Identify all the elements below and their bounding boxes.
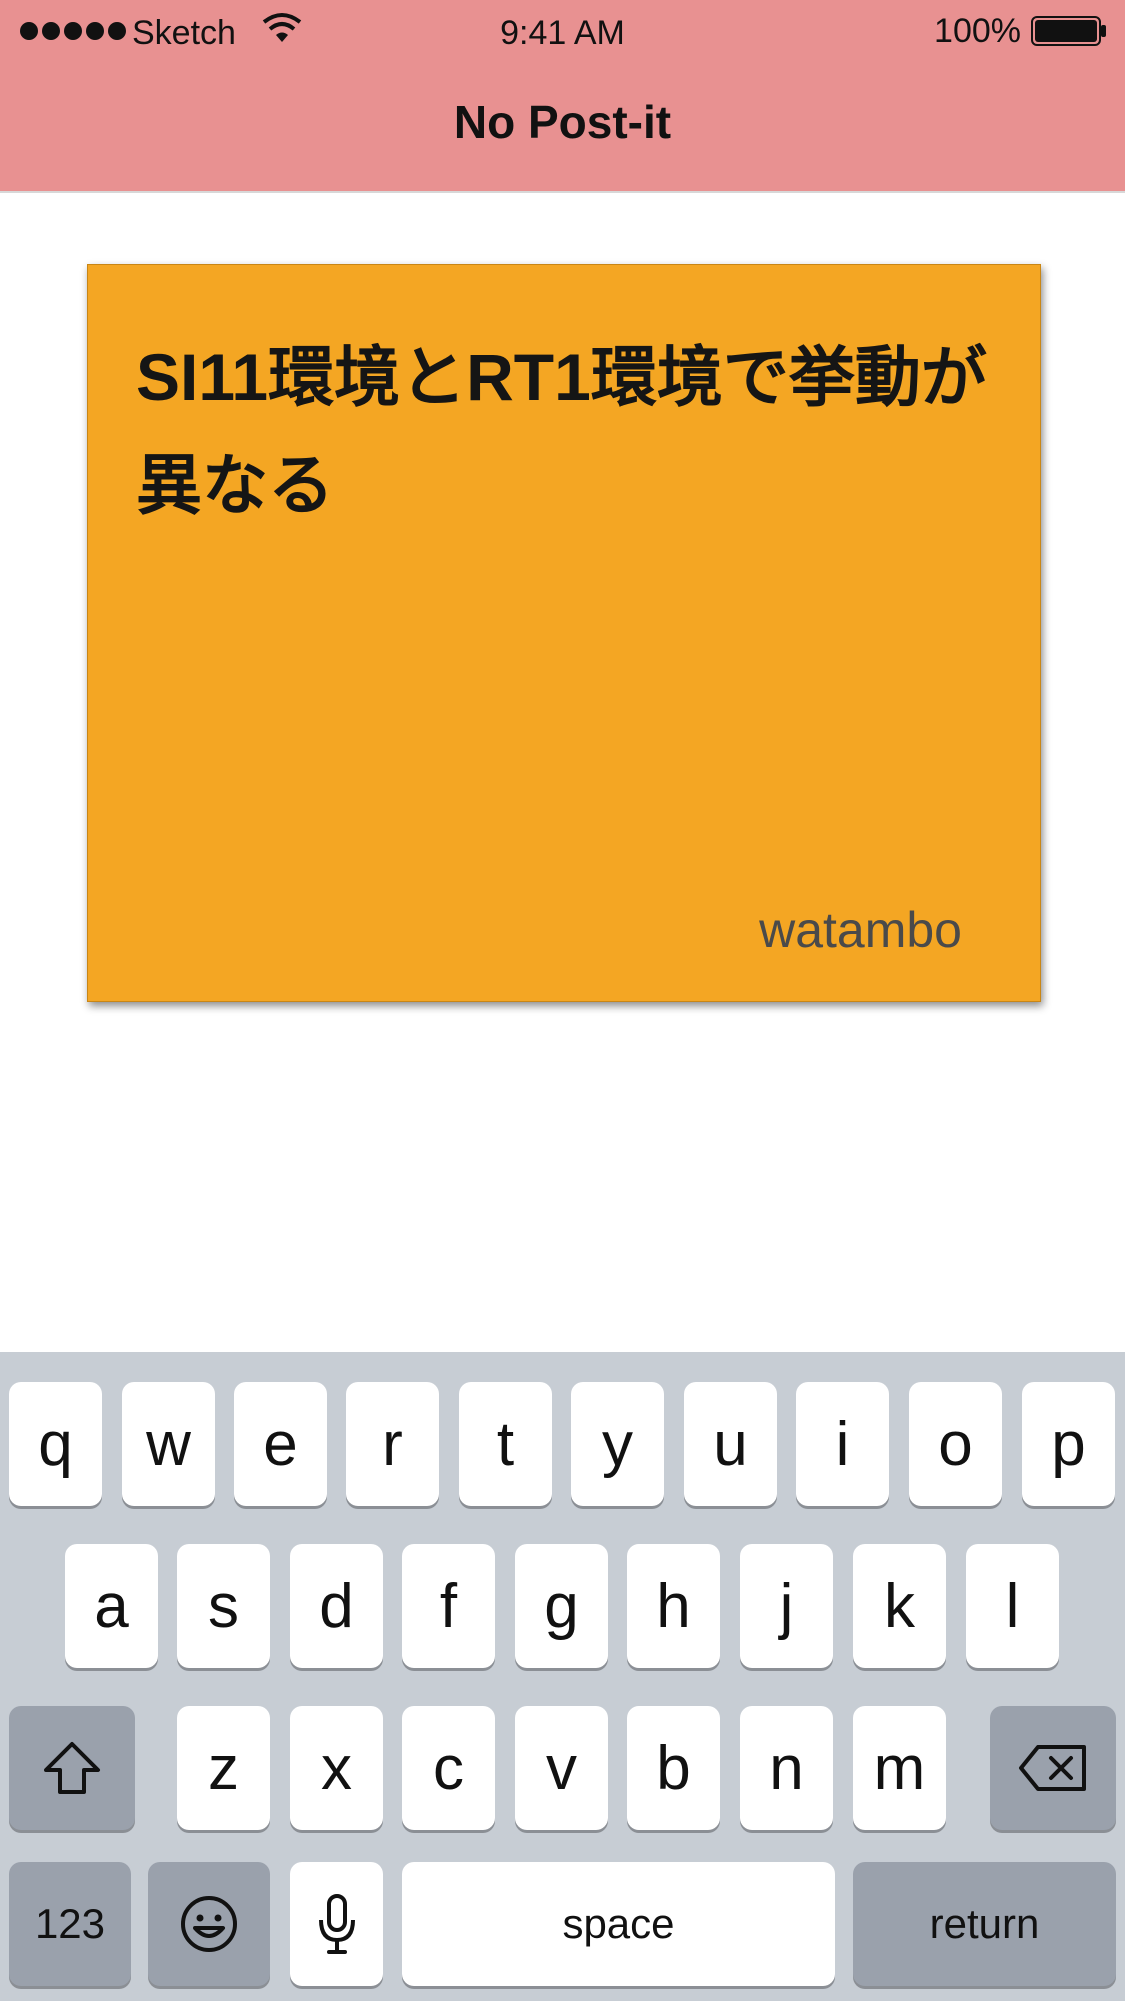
- key-l[interactable]: l: [966, 1544, 1059, 1668]
- key-j[interactable]: j: [740, 1544, 833, 1668]
- key-k[interactable]: k: [853, 1544, 946, 1668]
- key-z[interactable]: z: [177, 1706, 270, 1830]
- key-e[interactable]: e: [234, 1382, 327, 1506]
- key-a[interactable]: a: [65, 1544, 158, 1668]
- key-b[interactable]: b: [627, 1706, 720, 1830]
- delete-icon: [1019, 1745, 1086, 1791]
- key-t[interactable]: t: [459, 1382, 552, 1506]
- return-key[interactable]: return: [853, 1862, 1116, 1986]
- key-v[interactable]: v: [515, 1706, 608, 1830]
- key-w[interactable]: w: [122, 1382, 215, 1506]
- delete-key[interactable]: [990, 1706, 1116, 1830]
- postit-author: watambo: [759, 902, 962, 958]
- key-p[interactable]: p: [1022, 1382, 1115, 1506]
- shift-key[interactable]: [9, 1706, 135, 1830]
- microphone-icon: [318, 1894, 355, 1954]
- key-r[interactable]: r: [346, 1382, 439, 1506]
- shift-icon: [44, 1742, 100, 1794]
- key-x[interactable]: x: [290, 1706, 383, 1830]
- space-key[interactable]: space: [402, 1862, 835, 1986]
- key-u[interactable]: u: [684, 1382, 777, 1506]
- postit-text[interactable]: SI11環境とRT1環境で挙動が異なる: [136, 323, 996, 539]
- key-h[interactable]: h: [627, 1544, 720, 1668]
- emoji-key[interactable]: [148, 1862, 270, 1986]
- battery-full-icon: [1031, 16, 1106, 46]
- key-y[interactable]: y: [571, 1382, 664, 1506]
- status-bar: Sketch 9:41 AM 100%: [0, 0, 1125, 64]
- battery-percent: 100%: [934, 12, 1021, 50]
- key-o[interactable]: o: [909, 1382, 1002, 1506]
- key-n[interactable]: n: [740, 1706, 833, 1830]
- numbers-key[interactable]: 123: [9, 1862, 131, 1986]
- keyboard: q w e r t y u i o p a s d f g h j k l z …: [0, 1352, 1125, 2001]
- mic-key[interactable]: [290, 1862, 383, 1986]
- postit-card[interactable]: SI11環境とRT1環境で挙動が異なる watambo: [87, 264, 1041, 1002]
- key-s[interactable]: s: [177, 1544, 270, 1668]
- key-m[interactable]: m: [853, 1706, 946, 1830]
- key-g[interactable]: g: [515, 1544, 608, 1668]
- key-d[interactable]: d: [290, 1544, 383, 1668]
- header: Sketch 9:41 AM 100% No Post-it: [0, 0, 1125, 193]
- key-f[interactable]: f: [402, 1544, 495, 1668]
- key-i[interactable]: i: [796, 1382, 889, 1506]
- key-c[interactable]: c: [402, 1706, 495, 1830]
- emoji-icon: [181, 1896, 237, 1952]
- page-title: No Post-it: [453, 96, 672, 148]
- key-q[interactable]: q: [9, 1382, 102, 1506]
